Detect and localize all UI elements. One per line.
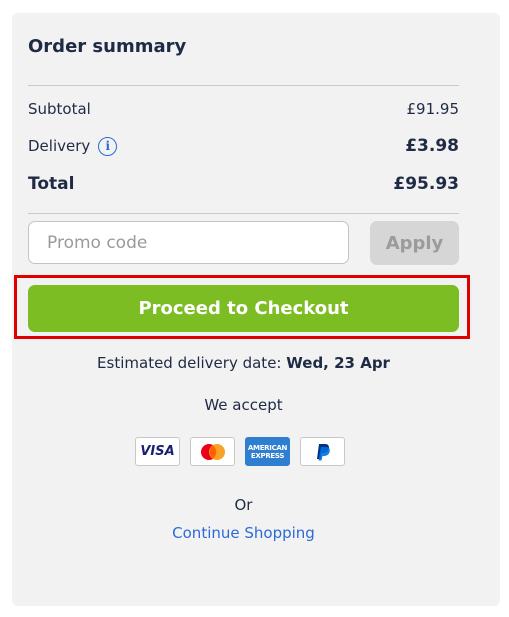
total-row: Total £95.93 [28, 174, 459, 194]
visa-icon: VISA [135, 437, 180, 466]
delivery-row: Delivery i £3.98 [28, 136, 459, 156]
subtotal-label: Subtotal [28, 100, 91, 118]
amex-wordmark: AMERICAN EXPRESS [247, 443, 288, 460]
estimated-delivery-label: Estimated delivery date: [97, 354, 282, 372]
delivery-label-wrap: Delivery i [28, 136, 118, 156]
total-value: £95.93 [393, 174, 459, 194]
total-label: Total [28, 174, 75, 194]
proceed-to-checkout-button[interactable]: Proceed to Checkout [28, 285, 459, 332]
we-accept-heading: We accept [204, 396, 283, 414]
estimated-delivery: Estimated delivery date: Wed, 23 Apr [28, 354, 459, 372]
delivery-label: Delivery [28, 137, 91, 155]
paypal-icon [300, 437, 345, 466]
visa-wordmark: VISA [140, 444, 175, 459]
payment-methods: VISA AMERICAN EXPRESS [135, 437, 351, 468]
promo-code-input[interactable] [28, 221, 349, 264]
info-icon[interactable]: i [98, 136, 118, 156]
apply-promo-button[interactable]: Apply [370, 221, 459, 265]
subtotal-value: £91.95 [406, 100, 460, 118]
estimated-delivery-date: Wed, 23 Apr [286, 354, 390, 372]
delivery-value: £3.98 [405, 136, 459, 156]
mastercard-logo [200, 443, 225, 460]
subtotal-row: Subtotal £91.95 [28, 100, 459, 118]
order-summary-title: Order summary [28, 36, 187, 57]
summary-divider-bottom [28, 213, 459, 214]
mastercard-icon [190, 437, 235, 466]
summary-divider-top [28, 85, 459, 86]
paypal-logo [316, 443, 330, 460]
continue-shopping-link[interactable]: Continue Shopping [28, 524, 459, 542]
or-separator: Or [234, 496, 253, 514]
american-express-icon: AMERICAN EXPRESS [245, 437, 290, 466]
